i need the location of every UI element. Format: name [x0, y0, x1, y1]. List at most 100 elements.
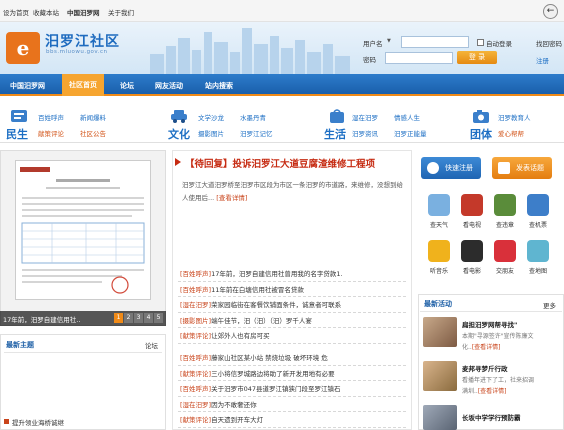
news-item[interactable]: [湿在汨罗]荣家园临街在客餐饮铺面条件，诚意者可联系: [180, 299, 341, 309]
news-item-text[interactable]: 端午佳节，汨（汨）（汨）罗千人宴: [211, 317, 312, 325]
about-link[interactable]: 关于我们: [108, 7, 134, 17]
nav-item-site-search[interactable]: 站内搜索: [205, 81, 233, 91]
activity-thumbnail[interactable]: [423, 405, 457, 430]
news-item-text[interactable]: 荣家园临街在客餐饮铺面条件，诚意者可联系: [211, 301, 341, 309]
category-link[interactable]: 摄影图片: [198, 128, 224, 138]
news-item[interactable]: [百姓呼声]17年前，汨罗自建信用社曾用我的名字贷款1.: [180, 268, 343, 278]
category-link[interactable]: 文学沙龙: [198, 112, 224, 122]
set-homepage-link[interactable]: 设为首页: [3, 7, 29, 17]
activity-item-more-link[interactable]: [查看详情]: [472, 344, 501, 351]
news-item-tag[interactable]: [献策评论]: [180, 370, 211, 378]
news-item[interactable]: [献策评论]自天遗到开车大灯: [180, 414, 263, 424]
news-item[interactable]: [百姓呼声]关于汨罗市047县道罗江镇狭门段至罗江镇石: [180, 383, 341, 393]
register-link[interactable]: 注册: [536, 55, 549, 65]
app-label[interactable]: 查天气: [421, 220, 457, 229]
slider-caption[interactable]: 17年前，汨罗自建信用社..: [3, 314, 80, 324]
app-label[interactable]: 查地图: [520, 266, 556, 275]
activity-thumbnail[interactable]: [423, 361, 457, 391]
news-item-tag[interactable]: [献策评论]: [180, 416, 211, 424]
slide-document-image[interactable]: [15, 160, 151, 300]
category-link[interactable]: 爱心帮帮: [498, 128, 524, 138]
news-item-text[interactable]: 藤家山社区某小站 禁烧垃圾 破坏环境 危: [211, 354, 328, 362]
slider-page-1[interactable]: 1: [114, 313, 123, 323]
news-item-tag[interactable]: [百姓呼声]: [180, 385, 211, 393]
news-item[interactable]: [湿在汨罗]因为不敢奢还你: [180, 399, 257, 409]
quick-register-button[interactable]: 快速注册: [421, 157, 481, 179]
friends-icon[interactable]: [494, 240, 516, 262]
category-title-groups[interactable]: 团体: [470, 126, 492, 142]
bookmark-link[interactable]: 收藏本站: [33, 7, 59, 17]
news-item-text[interactable]: 因为不敢奢还你: [211, 401, 257, 409]
site-logo-title[interactable]: 汨罗江社区: [45, 31, 120, 51]
category-link[interactable]: 新闻爆料: [80, 112, 106, 122]
category-link[interactable]: 汨罗教育人: [498, 112, 531, 122]
category-link[interactable]: 汨罗江记忆: [240, 128, 273, 138]
activity-item-title[interactable]: 长坂中学学行预防霸: [462, 412, 521, 422]
news-item-text[interactable]: 17年前，汨罗自建信用社曾用我的名字贷款1.: [211, 270, 342, 278]
news-item-tag[interactable]: [摄影图片]: [180, 317, 211, 325]
slider-page-3[interactable]: 3: [134, 313, 143, 323]
post-topic-button[interactable]: 发表话题: [492, 157, 552, 179]
app-label[interactable]: 看电视: [454, 220, 490, 229]
back-arrow-icon[interactable]: ←: [543, 4, 558, 19]
category-link[interactable]: 水墨丹青: [240, 112, 266, 122]
tv-icon[interactable]: [461, 194, 483, 216]
news-item-tag[interactable]: [湿在汨罗]: [180, 401, 211, 409]
activity-more-link[interactable]: 更多: [543, 300, 556, 310]
news-item[interactable]: [献策评论]三小将信罗城路边将助了新开发用地有必要: [180, 368, 335, 378]
app-label[interactable]: 交朋友: [487, 266, 523, 275]
app-label[interactable]: 查违章: [487, 220, 523, 229]
news-item-tag[interactable]: [百姓呼声]: [180, 286, 211, 294]
nav-item-community-home[interactable]: 社区首页: [62, 74, 104, 96]
weather-icon[interactable]: [428, 194, 450, 216]
map-icon[interactable]: [527, 240, 549, 262]
news-item[interactable]: [献策评论]让郊外人也有房可买: [180, 330, 270, 340]
news-item[interactable]: [百姓呼声]11年前在白塘信用社被冒名贷款: [180, 284, 304, 294]
latest-topic-item[interactable]: 提升领业海桥诚继: [12, 417, 64, 427]
category-title-life[interactable]: 生活: [324, 126, 346, 142]
slider-page-5[interactable]: 5: [154, 313, 163, 323]
nav-item-activities[interactable]: 网友活动: [155, 81, 183, 91]
app-label[interactable]: 查机票: [520, 220, 556, 229]
news-item-text[interactable]: 关于汨罗市047县道罗江镇狭门段至罗江镇石: [211, 385, 340, 393]
traffic-violation-icon[interactable]: [494, 194, 516, 216]
password-input[interactable]: [385, 52, 453, 64]
music-icon[interactable]: [428, 240, 450, 262]
news-item-text[interactable]: 让郊外人也有房可买: [211, 332, 270, 340]
activity-item-more-link[interactable]: [查看详情]: [478, 388, 507, 395]
news-item-text[interactable]: 11年前在白塘信用社被冒名贷款: [211, 286, 304, 294]
headline-title[interactable]: 【待回复】投诉汨罗江大道豆腐渣维修工程项: [185, 156, 375, 170]
category-link[interactable]: 汨罗正能量: [394, 128, 427, 138]
flight-icon[interactable]: [527, 194, 549, 216]
activity-item-title[interactable]: 扁担汨罗网帮寻找": [462, 319, 517, 329]
login-button[interactable]: 登 录: [457, 51, 497, 64]
news-item-text[interactable]: 三小将信罗城路边将助了新开发用地有必要: [211, 370, 335, 378]
auto-login-checkbox[interactable]: [477, 39, 484, 46]
activity-thumbnail[interactable]: [423, 317, 457, 347]
news-item[interactable]: [摄影图片]端午佳节，汨（汨）（汨）罗千人宴: [180, 315, 312, 325]
category-link[interactable]: 社区公告: [80, 128, 106, 138]
username-input[interactable]: [401, 36, 469, 48]
news-item[interactable]: [百姓呼声]藤家山社区某小站 禁烧垃圾 破坏环境 危: [180, 352, 328, 362]
news-item-tag[interactable]: [百姓呼声]: [180, 354, 211, 362]
app-label[interactable]: 听音乐: [421, 266, 457, 275]
slider-page-4[interactable]: 4: [144, 313, 153, 323]
news-item-tag[interactable]: [百姓呼声]: [180, 270, 211, 278]
category-link[interactable]: 汨罗资讯: [352, 128, 378, 138]
news-item-tag[interactable]: [献策评论]: [180, 332, 211, 340]
username-dropdown-icon[interactable]: ▼: [387, 38, 391, 44]
news-item-text[interactable]: 自天遗到开车大灯: [211, 416, 263, 424]
activity-item-title[interactable]: 麦邦寻梦斤行政: [462, 363, 508, 373]
category-title-culture[interactable]: 文化: [168, 126, 190, 142]
category-link[interactable]: 情感人生: [394, 112, 420, 122]
nav-item-forum[interactable]: 论坛: [120, 81, 134, 91]
slider-page-2[interactable]: 2: [124, 313, 133, 323]
category-link[interactable]: 百姓呼声: [38, 112, 64, 122]
movie-icon[interactable]: [461, 240, 483, 262]
main-site-link[interactable]: 中国汨罗网: [67, 7, 100, 17]
category-link[interactable]: 湿在汨罗: [352, 112, 378, 122]
app-label[interactable]: 看电影: [454, 266, 490, 275]
news-item-tag[interactable]: [湿在汨罗]: [180, 301, 211, 309]
nav-item-china-miluo[interactable]: 中国汨罗网: [10, 81, 45, 91]
site-logo-icon[interactable]: e: [6, 32, 40, 64]
